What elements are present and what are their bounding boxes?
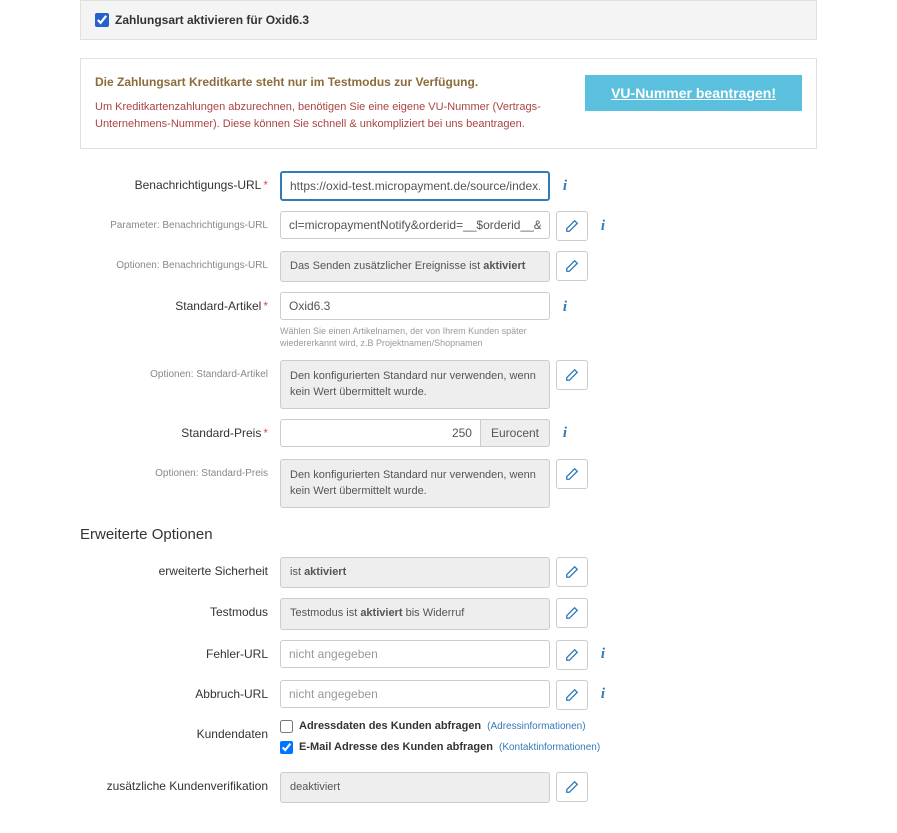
pencil-icon	[565, 467, 579, 481]
standard-price-input[interactable]	[280, 419, 481, 447]
notify-params-input[interactable]	[280, 211, 550, 239]
row-customer-data: Kundendaten Adressdaten des Kunden abfra…	[80, 720, 817, 762]
advanced-security-value: ist aktiviert	[280, 557, 550, 588]
required-marker: *	[263, 426, 268, 440]
pencil-icon	[565, 648, 579, 662]
info-icon[interactable]: i	[594, 680, 612, 710]
info-icon[interactable]: i	[556, 171, 574, 201]
pencil-icon	[565, 368, 579, 382]
email-checkbox-row: E-Mail Adresse des Kunden abfragen (Kont…	[280, 741, 600, 754]
label-notify-params: Parameter: Benachrichtigungs-URL	[80, 211, 280, 231]
activation-label-text: Zahlungsart aktivieren für Oxid6.3	[115, 13, 309, 27]
standard-article-options-value: Den konfigurierten Standard nur verwende…	[280, 360, 550, 409]
label-error-url: Fehler-URL	[80, 640, 280, 661]
edit-button[interactable]	[556, 640, 588, 670]
info-icon[interactable]: i	[594, 640, 612, 670]
email-info-link[interactable]: (Kontaktinformationen)	[499, 742, 600, 753]
row-cancel-url: Abbruch-URL i	[80, 680, 817, 710]
required-marker: *	[263, 299, 268, 313]
address-checkbox[interactable]	[280, 720, 293, 733]
info-box: Die Zahlungsart Kreditkarte steht nur im…	[80, 58, 817, 149]
label-customer-data: Kundendaten	[80, 720, 280, 741]
label-advanced-security: erweiterte Sicherheit	[80, 557, 280, 578]
label-standard-price-options: Optionen: Standard-Preis	[80, 459, 280, 479]
price-unit: Eurocent	[481, 419, 550, 447]
label-notify-url: Benachrichtigungs-URL*	[80, 171, 280, 192]
error-url-input[interactable]	[280, 640, 550, 668]
activation-checkbox-label[interactable]: Zahlungsart aktivieren für Oxid6.3	[95, 13, 802, 27]
edit-button[interactable]	[556, 459, 588, 489]
row-standard-price-options: Optionen: Standard-Preis Den konfigurier…	[80, 459, 817, 508]
notify-options-value: Das Senden zusätzlicher Ereignisse ist a…	[280, 251, 550, 282]
edit-button[interactable]	[556, 598, 588, 628]
row-notify-params: Parameter: Benachrichtigungs-URL i	[80, 211, 817, 241]
address-checkbox-row: Adressdaten des Kunden abfragen (Adressi…	[280, 720, 600, 733]
info-title: Die Zahlungsart Kreditkarte steht nur im…	[95, 75, 569, 89]
row-standard-article-options: Optionen: Standard-Artikel Den konfiguri…	[80, 360, 817, 409]
info-icon[interactable]: i	[556, 419, 574, 449]
cancel-url-input[interactable]	[280, 680, 550, 708]
info-icon[interactable]: i	[556, 292, 574, 322]
row-testmode: Testmodus Testmodus ist aktiviert bis Wi…	[80, 598, 817, 629]
notify-url-input[interactable]	[280, 171, 550, 201]
info-description: Um Kreditkartenzahlungen abzurechnen, be…	[95, 99, 569, 132]
label-standard-article: Standard-Artikel*	[80, 292, 280, 313]
edit-button[interactable]	[556, 772, 588, 802]
row-notify-options: Optionen: Benachrichtigungs-URL Das Send…	[80, 251, 817, 282]
email-checkbox[interactable]	[280, 741, 293, 754]
pencil-icon	[565, 565, 579, 579]
activation-checkbox[interactable]	[95, 13, 109, 27]
required-marker: *	[263, 178, 268, 192]
standard-price-options-value: Den konfigurierten Standard nur verwende…	[280, 459, 550, 508]
verification-value: deaktiviert	[280, 772, 550, 803]
row-standard-article: Standard-Artikel* i Wählen Sie einen Art…	[80, 292, 817, 349]
address-checkbox-label: Adressdaten des Kunden abfragen	[299, 720, 481, 732]
edit-button[interactable]	[556, 557, 588, 587]
pencil-icon	[565, 259, 579, 273]
label-standard-article-options: Optionen: Standard-Artikel	[80, 360, 280, 380]
pencil-icon	[565, 606, 579, 620]
vu-number-request-button[interactable]: VU-Nummer beantragen!	[585, 75, 802, 111]
info-icon[interactable]: i	[594, 211, 612, 241]
email-checkbox-label: E-Mail Adresse des Kunden abfragen	[299, 741, 493, 753]
row-standard-price: Standard-Preis* Eurocent i	[80, 419, 817, 449]
standard-article-input[interactable]	[280, 292, 550, 320]
pencil-icon	[565, 219, 579, 233]
address-info-link[interactable]: (Adressinformationen)	[487, 721, 585, 732]
label-notify-options: Optionen: Benachrichtigungs-URL	[80, 251, 280, 271]
row-error-url: Fehler-URL i	[80, 640, 817, 670]
label-standard-price: Standard-Preis*	[80, 419, 280, 440]
row-notify-url: Benachrichtigungs-URL* i	[80, 171, 817, 201]
pencil-icon	[565, 780, 579, 794]
label-verification: zusätzliche Kundenverifikation	[80, 772, 280, 793]
edit-button[interactable]	[556, 211, 588, 241]
testmode-value: Testmodus ist aktiviert bis Widerruf	[280, 598, 550, 629]
label-testmode: Testmodus	[80, 598, 280, 619]
edit-button[interactable]	[556, 360, 588, 390]
activation-box: Zahlungsart aktivieren für Oxid6.3	[80, 0, 817, 40]
label-cancel-url: Abbruch-URL	[80, 680, 280, 701]
edit-button[interactable]	[556, 680, 588, 710]
pencil-icon	[565, 688, 579, 702]
edit-button[interactable]	[556, 251, 588, 281]
row-verification: zusätzliche Kundenverifikation deaktivie…	[80, 772, 817, 803]
advanced-options-title: Erweiterte Optionen	[80, 526, 817, 543]
standard-article-help: Wählen Sie einen Artikelnamen, der von I…	[280, 326, 550, 349]
row-advanced-security: erweiterte Sicherheit ist aktiviert	[80, 557, 817, 588]
info-text-wrap: Die Zahlungsart Kreditkarte steht nur im…	[95, 75, 569, 132]
